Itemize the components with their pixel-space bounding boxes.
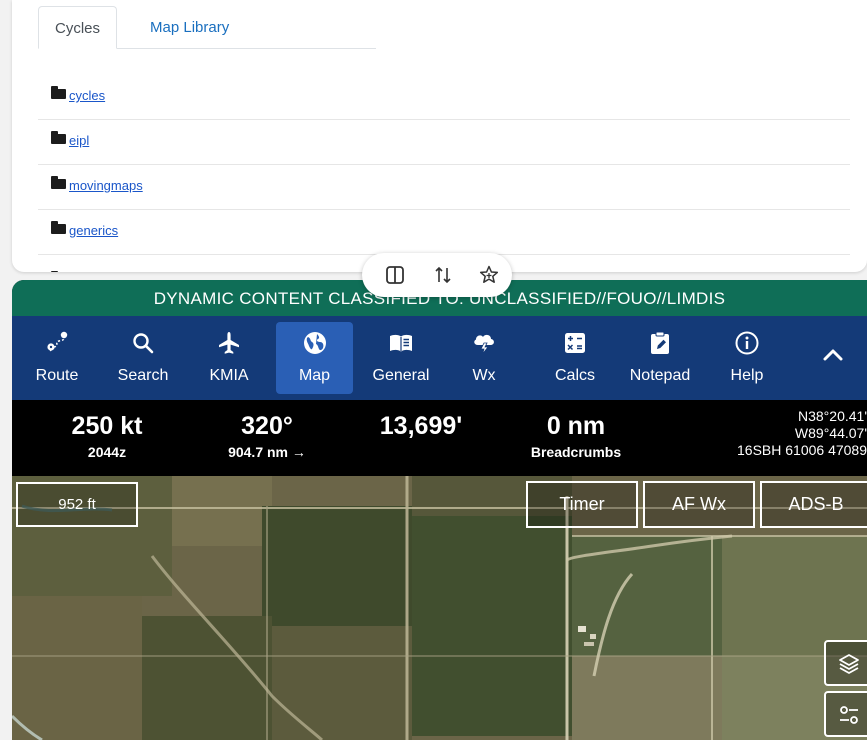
satellite-map[interactable]: 952 ft Timer AF Wx ADS-B bbox=[12, 476, 867, 740]
book-icon bbox=[388, 330, 414, 356]
breadcrumbs-readout[interactable]: 0 nm Breadcrumbs bbox=[506, 412, 646, 460]
tab-map-library[interactable]: Map Library bbox=[134, 6, 245, 49]
zulu-time: 2044z bbox=[87, 444, 127, 460]
breadcrumb-distance: 0 nm bbox=[546, 412, 606, 440]
toolbar-map-button[interactable]: Map bbox=[276, 322, 353, 394]
folder-list: cycles eipl movingmaps generics geotiff bbox=[38, 75, 850, 272]
toolbar-label: Help bbox=[730, 367, 764, 384]
folder-row: generics bbox=[38, 210, 850, 255]
sliders-icon bbox=[840, 706, 858, 724]
longitude-value: W89°44.07' bbox=[794, 425, 867, 441]
toolbar-wx-button[interactable]: Wx bbox=[452, 322, 516, 394]
calculator-icon bbox=[562, 330, 588, 356]
mgrs-value: 16SBH 61006 47089 bbox=[737, 442, 867, 458]
groundspeed-readout[interactable]: 250 kt 2044z bbox=[42, 412, 172, 460]
distance-to-waypoint: 904.7 nm → bbox=[228, 444, 306, 460]
toolbar-collapse-button[interactable] bbox=[808, 322, 858, 394]
folder-link-cycles[interactable]: cycles bbox=[69, 88, 105, 103]
layers-icon bbox=[839, 654, 859, 674]
folder-link-generics[interactable]: generics bbox=[69, 223, 118, 238]
folder-icon bbox=[51, 221, 66, 234]
latitude-value: N38°20.41' bbox=[798, 408, 867, 424]
map-scale: 952 ft bbox=[16, 482, 138, 527]
folder-row: cycles bbox=[38, 75, 850, 120]
swap-vertical-icon[interactable] bbox=[432, 264, 454, 286]
toolbar-calcs-button[interactable]: Calcs bbox=[540, 322, 610, 394]
map-settings-button[interactable] bbox=[824, 691, 867, 737]
altitude-readout[interactable]: 13,699' bbox=[356, 412, 486, 441]
toolbar-label: KMIA bbox=[209, 367, 249, 384]
globe-icon bbox=[302, 330, 328, 356]
toolbar-label: Route bbox=[35, 367, 79, 384]
screen: Cycles Map Library cycles eipl movingmap… bbox=[0, 0, 867, 740]
split-view-icon[interactable] bbox=[384, 264, 406, 286]
toolbar-search-button[interactable]: Search bbox=[108, 322, 178, 394]
route-icon bbox=[44, 330, 70, 356]
toolbar-label: Search bbox=[117, 367, 169, 384]
af-wx-button[interactable]: AF Wx bbox=[643, 481, 755, 528]
toolbar-label: Calcs bbox=[554, 367, 595, 384]
storm-cloud-icon bbox=[471, 330, 497, 356]
map-layers-button[interactable] bbox=[824, 640, 867, 686]
star-add-icon[interactable] bbox=[478, 264, 500, 286]
toolbar-general-button[interactable]: General bbox=[364, 322, 438, 394]
toolbar-label: General bbox=[372, 367, 430, 384]
folder-row: movingmaps bbox=[38, 165, 850, 210]
position-readout[interactable]: N38°20.41' W89°44.07' 16SBH 61006 47089 bbox=[737, 408, 867, 459]
tab-bar: Cycles Map Library bbox=[38, 6, 376, 49]
groundspeed-value: 250 kt bbox=[71, 412, 143, 440]
ads-b-button[interactable]: ADS-B bbox=[760, 481, 867, 528]
folder-link-eipl[interactable]: eipl bbox=[69, 133, 89, 148]
folder-row: eipl bbox=[38, 120, 850, 165]
breadcrumbs-label: Breadcrumbs bbox=[530, 444, 622, 460]
altitude-value: 13,699' bbox=[379, 412, 463, 440]
toolbar-notepad-button[interactable]: Notepad bbox=[620, 322, 700, 394]
tab-cycles[interactable]: Cycles bbox=[38, 6, 118, 49]
toolbar-label: Notepad bbox=[629, 367, 691, 384]
split-screen-controls bbox=[362, 253, 512, 297]
toolbar-route-button[interactable]: Route bbox=[22, 322, 92, 394]
airplane-icon bbox=[216, 330, 242, 356]
browser-panel: Cycles Map Library cycles eipl movingmap… bbox=[12, 0, 867, 272]
info-icon bbox=[734, 330, 760, 356]
search-icon bbox=[130, 330, 156, 356]
folder-icon bbox=[51, 176, 66, 189]
toolbar-help-button[interactable]: Help bbox=[712, 322, 782, 394]
folder-icon bbox=[51, 131, 66, 144]
folder-icon bbox=[51, 86, 66, 99]
toolbar-label: Map bbox=[298, 367, 331, 384]
flight-status-bar: 250 kt 2044z 320° 904.7 nm → 13,699' 0 n… bbox=[12, 400, 867, 476]
toolbar-kmia-button[interactable]: KMIA bbox=[194, 322, 264, 394]
moving-map-app: DYNAMIC CONTENT CLASSIFIED TO: UNCLASSIF… bbox=[12, 280, 867, 740]
chevron-up-icon bbox=[820, 342, 846, 368]
clipboard-edit-icon bbox=[647, 330, 673, 356]
folder-link-movingmaps[interactable]: movingmaps bbox=[69, 178, 143, 193]
main-toolbar: Route Search KMIA Map General Wx Calcs N… bbox=[12, 316, 867, 400]
heading-value: 320° bbox=[241, 412, 293, 440]
timer-button[interactable]: Timer bbox=[526, 481, 638, 528]
toolbar-label: Wx bbox=[472, 367, 496, 384]
heading-readout[interactable]: 320° 904.7 nm → bbox=[202, 412, 332, 460]
